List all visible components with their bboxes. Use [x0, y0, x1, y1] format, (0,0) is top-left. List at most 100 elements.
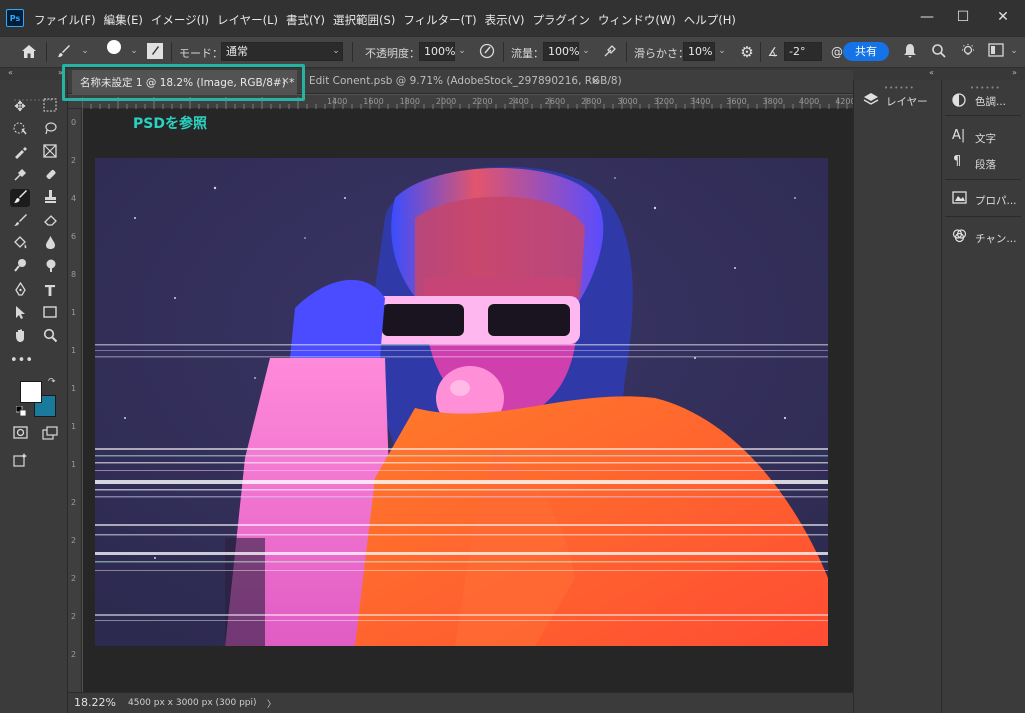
airbrush-icon[interactable]	[601, 43, 619, 61]
collapse-dock2-icon[interactable]: »	[1012, 68, 1017, 77]
panel-layers-label[interactable]: レイヤー	[886, 94, 928, 109]
ruler-tick-label: 2	[71, 156, 77, 165]
panel-properties-label[interactable]: プロパ...	[975, 193, 1017, 208]
type-tool-icon[interactable]: T	[40, 282, 60, 300]
screen-mode-icon[interactable]	[40, 426, 60, 444]
smoothing-chevron-icon[interactable]: ⌄	[715, 44, 729, 59]
menu-type[interactable]: 書式(Y)	[286, 12, 325, 28]
paint-bucket-tool-icon[interactable]	[10, 235, 30, 253]
healing-brush-tool-icon[interactable]	[40, 167, 60, 185]
status-menu-arrow-icon[interactable]: 〉	[267, 697, 276, 710]
stamp-tool-icon[interactable]	[40, 189, 60, 207]
menu-file[interactable]: ファイル(F)	[34, 12, 96, 28]
workspace-icon[interactable]	[987, 43, 1005, 61]
tab-edit-conent-label[interactable]: Edit Conent.psb @ 9.71% (AdobeStock_2978…	[309, 75, 622, 87]
blend-mode-chevron-icon[interactable]: ⌄	[329, 44, 343, 59]
menu-plugins[interactable]: プラグイン	[532, 12, 590, 28]
menu-help[interactable]: ヘルプ(H)	[684, 12, 736, 28]
layers-icon[interactable]	[863, 92, 879, 106]
default-colors-icon[interactable]	[15, 405, 27, 417]
opacity-field[interactable]: 100%	[419, 42, 455, 61]
panel-channels-label[interactable]: チャン...	[975, 231, 1016, 246]
lightbulb-icon[interactable]	[959, 43, 977, 61]
flow-chevron-icon[interactable]: ⌄	[579, 44, 593, 59]
pen-crop-tool-icon[interactable]	[10, 144, 30, 162]
channels-icon[interactable]	[952, 228, 967, 243]
history-brush-tool-icon[interactable]	[10, 212, 30, 230]
character-icon[interactable]: A|	[952, 128, 965, 143]
ruler-tick-label: 0	[71, 118, 77, 127]
brush-size-chevron-icon[interactable]: ⌄	[127, 44, 141, 59]
pen-tool-icon[interactable]	[10, 281, 30, 300]
maximize-button[interactable]: ☐	[952, 7, 974, 27]
frame-tool-icon[interactable]	[40, 144, 60, 162]
properties-icon[interactable]	[952, 190, 967, 204]
ruler-tick-label: 1	[71, 460, 77, 469]
menu-edit[interactable]: 編集(E)	[104, 12, 143, 28]
smoothing-field[interactable]: 10%	[683, 42, 715, 61]
dodge-tool-icon[interactable]	[10, 258, 30, 276]
ruler-tick-label: 2	[71, 612, 77, 621]
blur-tool-icon[interactable]	[40, 235, 60, 253]
swap-colors-icon[interactable]: ↷	[48, 377, 56, 387]
color-icon[interactable]	[952, 93, 966, 107]
zoom-tool-icon[interactable]	[40, 328, 60, 346]
panel-color-label[interactable]: 色調...	[975, 94, 1006, 109]
menu-image[interactable]: イメージ(I)	[151, 12, 209, 28]
eyedropper-tool-icon[interactable]	[10, 167, 30, 185]
document-image[interactable]	[95, 158, 828, 646]
brush-tool-icon[interactable]	[10, 189, 30, 207]
ruler-tick-label: 3400	[690, 97, 711, 106]
bell-icon[interactable]	[901, 43, 919, 61]
chevron-down-icon[interactable]: ⌄	[78, 44, 92, 59]
share-button[interactable]: 共有	[843, 42, 889, 61]
menu-filter[interactable]: フィルター(T)	[403, 12, 476, 28]
dock-grip: ••••••	[884, 84, 915, 92]
opacity-label: 不透明度：	[365, 47, 420, 60]
flow-field[interactable]: 100%	[543, 42, 579, 61]
gear-icon[interactable]: ⚙	[738, 43, 756, 61]
angle-field[interactable]: -2°	[784, 42, 822, 61]
search-icon[interactable]	[930, 43, 948, 61]
opacity-chevron-icon[interactable]: ⌄	[455, 44, 469, 59]
eraser-tool-icon[interactable]	[40, 212, 60, 230]
annotation-label: PSDを参照	[133, 116, 207, 132]
brush-size-preview-icon[interactable]	[107, 40, 121, 54]
collapse-dock1-icon[interactable]: «	[929, 68, 934, 77]
marquee-tool-icon[interactable]	[40, 98, 60, 116]
menu-window[interactable]: ウィンドウ(W)	[598, 12, 676, 28]
generate-icon[interactable]	[10, 452, 30, 470]
hand-tool-icon[interactable]	[10, 328, 30, 346]
menu-view[interactable]: 表示(V)	[485, 12, 525, 28]
ruler-tick-label: 4	[71, 194, 77, 203]
rectangle-tool-icon[interactable]	[40, 305, 60, 323]
pressure-size-icon[interactable]: @	[830, 44, 844, 60]
panel-character-label[interactable]: 文字	[975, 131, 996, 146]
pressure-opacity-icon[interactable]	[478, 43, 496, 61]
tab-close-icon[interactable]: ×	[591, 75, 600, 87]
panel-paragraph-label[interactable]: 段落	[975, 157, 996, 172]
paragraph-icon[interactable]: ¶	[953, 154, 961, 169]
brush-settings-icon[interactable]	[147, 43, 163, 59]
quick-mask-icon[interactable]	[10, 426, 30, 444]
menu-layer[interactable]: レイヤー(L)	[217, 12, 278, 28]
ruler-tick-label: 2400	[508, 97, 529, 106]
home-icon[interactable]	[20, 44, 38, 60]
more-tools-icon[interactable]: •••	[10, 352, 33, 370]
menu-select[interactable]: 選択範囲(S)	[333, 12, 395, 28]
brush-tool-preset-icon[interactable]	[56, 44, 72, 60]
minimize-button[interactable]: —	[916, 7, 938, 27]
ruler-tick-label: 1400	[327, 97, 348, 106]
move-tool-icon[interactable]: ✥	[10, 98, 30, 116]
close-window-button[interactable]: ✕	[992, 7, 1014, 27]
object-select-tool-icon[interactable]	[10, 121, 30, 139]
workspace-chevron-icon[interactable]: ⌄	[1007, 44, 1021, 59]
document-info[interactable]: 4500 px x 3000 px (300 ppi)	[128, 698, 257, 708]
lasso-tool-icon[interactable]	[40, 121, 60, 139]
collapse-left-icon[interactable]: «	[8, 68, 13, 77]
ruler-tick-label: 4000	[798, 97, 820, 106]
zoom-level[interactable]: 18.22%	[74, 696, 116, 709]
path-selection-tool-icon[interactable]	[10, 305, 30, 323]
burn-tool-icon[interactable]	[40, 258, 60, 276]
blend-mode-select[interactable]: 通常	[221, 42, 343, 61]
